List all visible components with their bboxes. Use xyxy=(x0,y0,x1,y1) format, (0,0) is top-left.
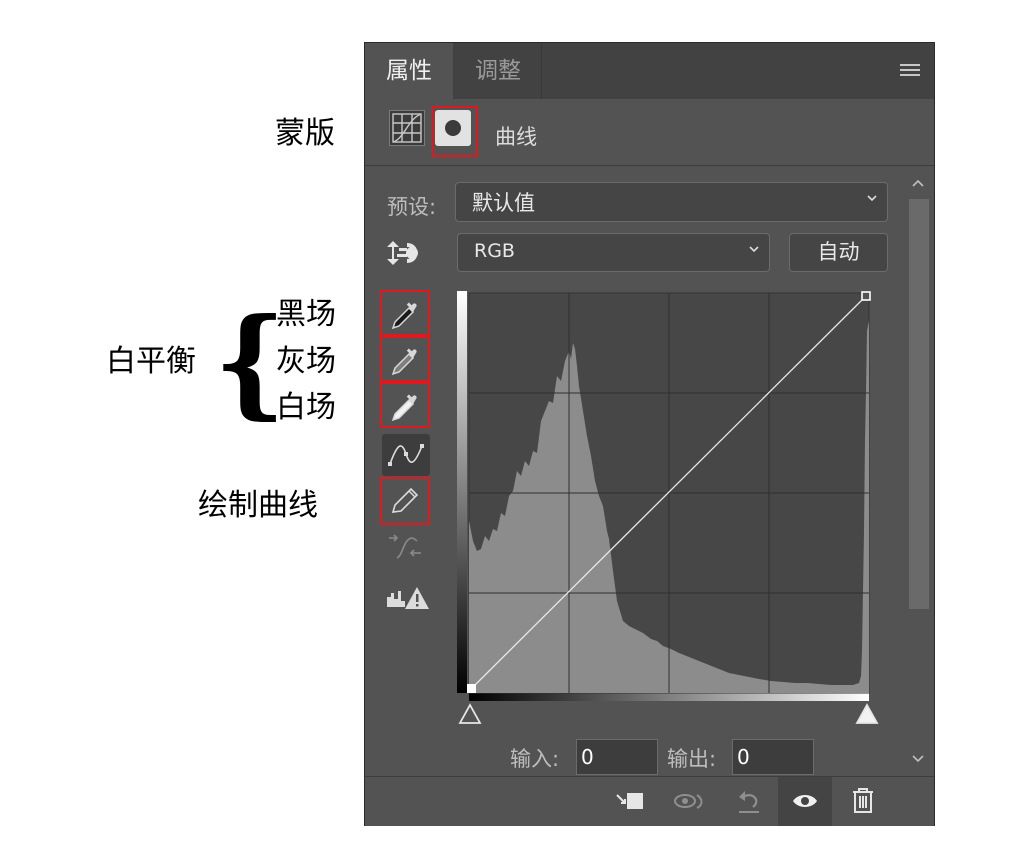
white-eyedropper-highlight xyxy=(380,382,430,428)
menu-icon[interactable] xyxy=(900,64,920,78)
clipping-warning-icon[interactable] xyxy=(383,579,429,619)
white-balance-annotation: 白平衡 xyxy=(106,344,196,379)
curves-graph[interactable] xyxy=(457,291,871,701)
tab-adjustments[interactable]: 调整 xyxy=(455,43,542,99)
draw-curve-annotation: 绘制曲线 xyxy=(198,488,318,523)
scroll-thumb[interactable] xyxy=(909,199,929,609)
input-gradient-bar xyxy=(469,693,869,701)
black-point-annotation: 黑场 xyxy=(276,297,336,332)
smooth-curve-icon[interactable] xyxy=(383,527,427,567)
black-input-slider[interactable] xyxy=(458,703,482,727)
black-point-handle[interactable] xyxy=(467,684,476,693)
view-previous-icon[interactable] xyxy=(669,777,709,826)
output-label: 输出: xyxy=(667,747,717,771)
scroll-up-icon[interactable] xyxy=(911,177,925,191)
panel-footer xyxy=(365,776,934,826)
tab-bar: 属性 调整 xyxy=(365,43,934,99)
output-gradient-bar xyxy=(457,291,467,693)
preset-select[interactable]: 默认值 xyxy=(455,182,888,222)
visibility-eye-icon[interactable] xyxy=(778,777,832,826)
white-point-annotation: 白场 xyxy=(276,390,336,425)
curves-adjustment-icon[interactable] xyxy=(389,110,425,146)
black-eyedropper-highlight xyxy=(380,290,430,336)
reset-icon[interactable] xyxy=(729,777,769,826)
clip-to-layer-icon[interactable] xyxy=(611,777,651,826)
preset-label: 预设: xyxy=(387,195,437,219)
input-field[interactable]: 0 xyxy=(576,739,658,775)
trash-icon[interactable] xyxy=(843,777,883,826)
tab-properties[interactable]: 属性 xyxy=(365,43,453,99)
chevron-down-icon xyxy=(867,195,877,202)
white-point-handle[interactable] xyxy=(861,291,871,301)
mask-highlight xyxy=(431,106,477,157)
input-label: 输入: xyxy=(510,747,560,771)
curve-point-icon[interactable] xyxy=(382,434,430,476)
preset-value: 默认值 xyxy=(472,191,535,215)
adjustment-title: 曲线 xyxy=(495,125,537,149)
properties-panel: 属性 调整 曲线 预设: 默认值 RGB 自动 输入: 0 输出: 0 xyxy=(364,42,935,826)
input-output-row: 输入: 0 输出: 0 xyxy=(365,738,934,778)
target-adjust-icon[interactable] xyxy=(383,233,427,273)
channel-select[interactable]: RGB xyxy=(457,233,770,272)
gray-eyedropper-highlight xyxy=(380,336,430,382)
output-field[interactable]: 0 xyxy=(732,739,814,775)
scrollbar[interactable] xyxy=(905,175,931,775)
gray-point-annotation: 灰场 xyxy=(276,344,336,379)
channel-value: RGB xyxy=(474,240,515,262)
auto-button[interactable]: 自动 xyxy=(789,233,888,272)
mask-annotation: 蒙版 xyxy=(275,116,335,151)
chevron-down-icon xyxy=(749,246,759,253)
pencil-highlight xyxy=(380,477,430,525)
white-input-slider[interactable] xyxy=(855,703,879,727)
